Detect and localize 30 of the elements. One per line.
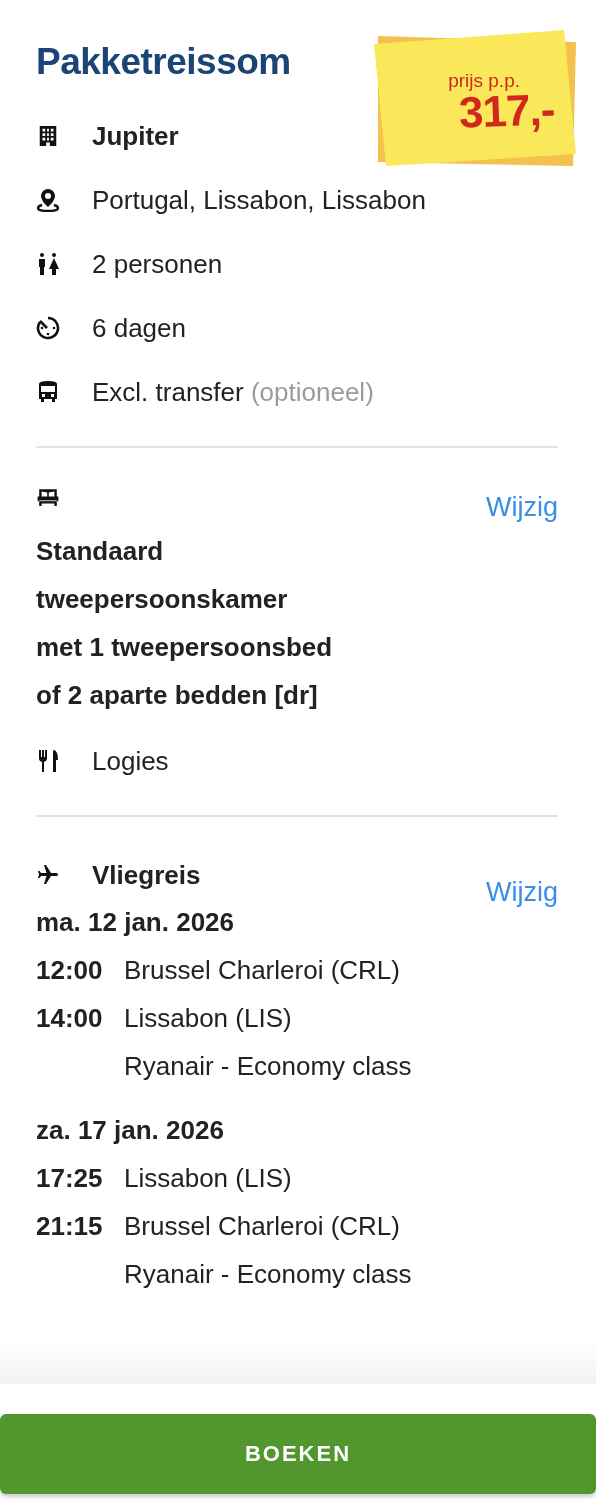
people-icon xyxy=(36,252,60,276)
detail-text: 2 personen xyxy=(92,248,223,280)
change-link[interactable]: Wijzig xyxy=(486,877,558,908)
flight-date: ma. 12 jan. 2026 xyxy=(36,906,236,939)
carrier-text: Ryanair - Economy class xyxy=(124,1258,412,1291)
flight-time: 14:00 xyxy=(36,1002,104,1035)
bus-icon xyxy=(36,380,60,404)
flight-time: 12:00 xyxy=(36,954,104,987)
flight-time: 21:15 xyxy=(36,1210,104,1243)
detail-text: 6 dagen xyxy=(92,312,186,344)
airport-name: Lissabon (LIS) xyxy=(124,1162,292,1195)
airport-name: Brussel Charleroi (CRL) xyxy=(124,954,400,987)
location-pin-icon xyxy=(36,188,60,212)
airport-name: Lissabon (LIS) xyxy=(124,1002,292,1035)
page-title: Pakketreissom xyxy=(36,40,291,84)
price-label: prijs p.p. xyxy=(448,70,520,92)
detail-text: Excl. transfer (optioneel) xyxy=(92,376,374,408)
change-link[interactable]: Wijzig xyxy=(486,492,558,523)
flight-date: za. 17 jan. 2026 xyxy=(36,1114,225,1147)
cutlery-icon xyxy=(36,748,60,774)
detail-text: Jupiter xyxy=(92,120,179,152)
detail-text: Portugal, Lissabon, Lissabon xyxy=(92,184,426,216)
carrier-text: Ryanair - Economy class xyxy=(124,1050,412,1083)
board-text: Logies xyxy=(92,745,169,777)
book-button[interactable]: BOEKEN xyxy=(0,1414,596,1494)
flight-title: Vliegreis xyxy=(92,859,201,891)
flight-time: 17:25 xyxy=(36,1162,104,1195)
timer-icon xyxy=(36,316,60,340)
room-name: Standaard tweepersoonskamer met 1 tweepersoonsbed of 2 aparte bedden [dr] xyxy=(36,535,334,712)
airport-name: Brussel Charleroi (CRL) xyxy=(124,1210,400,1243)
